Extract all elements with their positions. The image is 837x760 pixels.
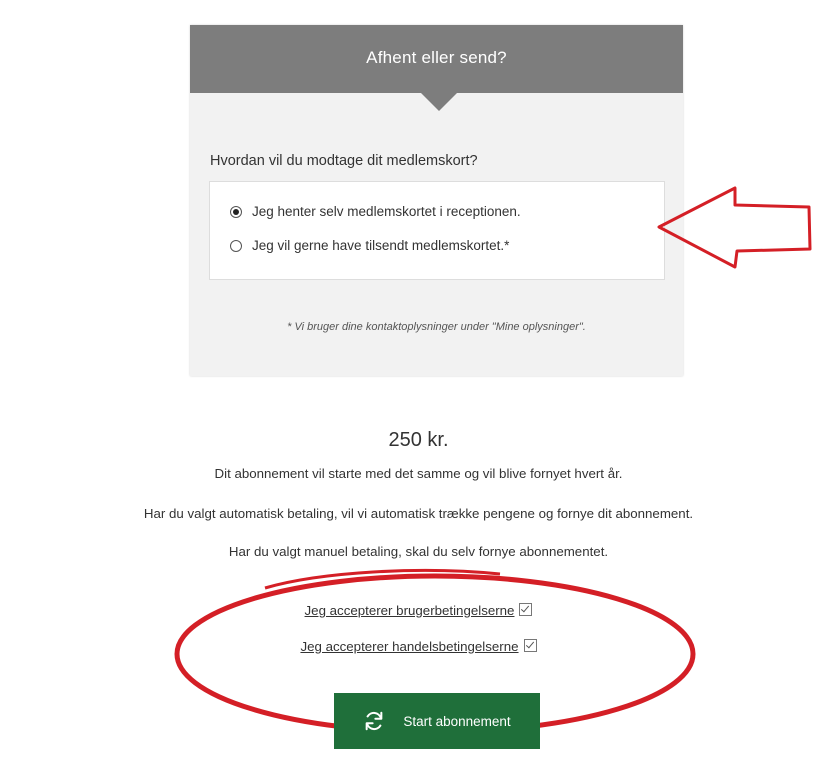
refresh-icon xyxy=(365,711,383,731)
option-send-label: Jeg vil gerne have tilsendt medlemskorte… xyxy=(252,238,510,253)
contact-footnote: * Vi bruger dine kontaktoplysninger unde… xyxy=(287,321,586,333)
option-pickup[interactable]: Jeg henter selv medlemskortet i receptio… xyxy=(230,204,521,219)
trade-terms-checkbox[interactable] xyxy=(523,639,537,652)
delivery-card: Afhent eller send? Hvordan vil du modtag… xyxy=(190,25,683,376)
card-title: Afhent eller send? xyxy=(366,48,507,67)
info-line-renewal: Dit abonnement vil starte med det samme … xyxy=(214,466,623,481)
header-notch xyxy=(421,93,457,111)
card-header: Afhent eller send? xyxy=(190,25,683,93)
info-line-automatic: Har du valgt automatisk betaling, vil vi… xyxy=(143,506,694,521)
user-terms-checkbox[interactable] xyxy=(519,603,533,616)
user-terms-row: Jeg accepterer brugerbetingelserne xyxy=(0,603,837,618)
radio-pickup[interactable] xyxy=(230,205,242,218)
red-arrow-annotation xyxy=(657,186,812,269)
subscription-price: 250 kr. xyxy=(388,429,449,451)
delivery-options: Jeg henter selv medlemskortet i receptio… xyxy=(209,181,665,280)
option-pickup-label: Jeg henter selv medlemskortet i receptio… xyxy=(252,204,521,219)
user-terms-link[interactable]: Jeg accepterer brugerbetingelserne xyxy=(305,603,515,618)
start-subscription-label: Start abonnement xyxy=(403,713,511,729)
option-send[interactable]: Jeg vil gerne have tilsendt medlemskorte… xyxy=(230,238,509,253)
radio-send[interactable] xyxy=(230,239,242,252)
trade-terms-row: Jeg accepterer handelsbetingelserne xyxy=(0,639,837,654)
start-subscription-button[interactable]: Start abonnement xyxy=(334,693,540,749)
delivery-question: Hvordan vil du modtage dit medlemskort? xyxy=(210,153,478,169)
trade-terms-link[interactable]: Jeg accepterer handelsbetingelserne xyxy=(300,639,518,654)
info-line-manual: Har du valgt manuel betaling, skal du se… xyxy=(228,544,609,559)
